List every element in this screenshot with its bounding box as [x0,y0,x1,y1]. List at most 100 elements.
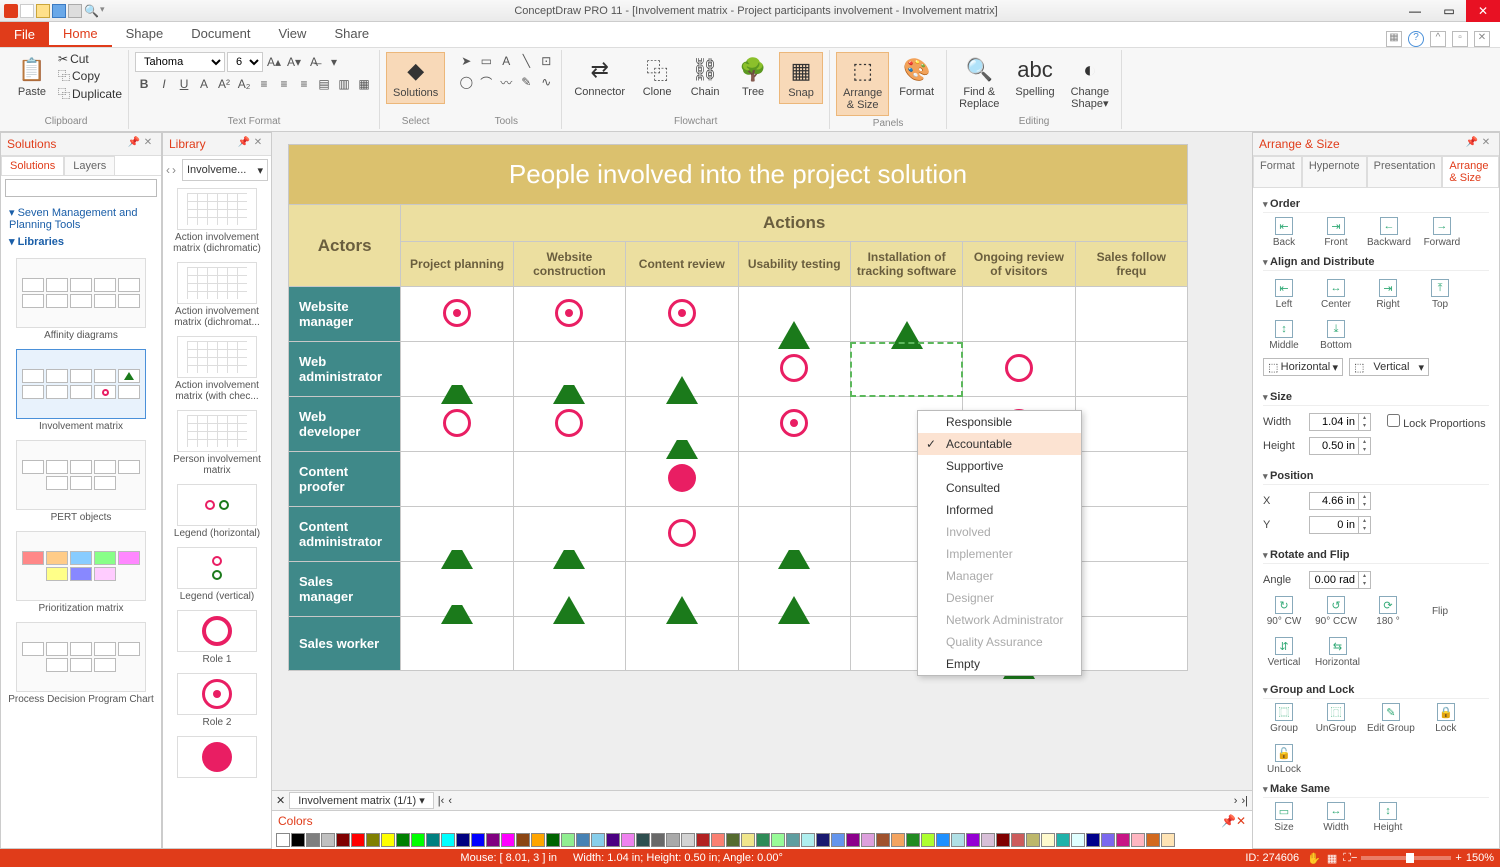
matrix-cell[interactable] [513,562,625,617]
close-icon[interactable]: ✕ [251,137,265,151]
color-swatch[interactable] [696,833,710,847]
flip-v-button[interactable]: ⇵Vertical [1263,637,1305,668]
tab-shape[interactable]: Shape [112,22,178,47]
align-middle-button[interactable]: ↕Middle [1263,320,1305,351]
clear-format-icon[interactable]: A̶ [305,53,323,71]
makesame-height-button[interactable]: ↕Height [1367,802,1409,833]
pencil-tool-icon[interactable]: ✎ [517,73,535,91]
align-right-icon[interactable]: ≡ [295,75,313,93]
underline-icon[interactable]: U [175,75,193,93]
color-swatch[interactable] [306,833,320,847]
lib-item[interactable]: Action involvement matrix (with chec... [167,336,267,402]
sheet-prev-icon[interactable]: ‹ [448,795,452,807]
sheet-last-icon[interactable]: ›| [1241,795,1248,807]
rotate-ccw-button[interactable]: ↺90° CCW [1315,596,1357,627]
color-swatch[interactable] [1086,833,1100,847]
drawing-canvas[interactable]: People involved into the project solutio… [272,132,1252,790]
color-swatch[interactable] [786,833,800,847]
increase-font-icon[interactable]: A▴ [265,53,283,71]
order-back-button[interactable]: ⇤Back [1263,217,1305,248]
makesame-size-button[interactable]: ▭Size [1263,802,1305,833]
font-family-select[interactable]: Tahoma [135,52,225,72]
color-swatch[interactable] [651,833,665,847]
ribbon-close-icon[interactable]: ✕ [1474,31,1490,47]
valign-middle-icon[interactable]: ▥ [335,75,353,93]
matrix-cell[interactable] [738,507,850,562]
copy-button[interactable]: ⿻ Copy [58,67,122,84]
context-menu-item[interactable]: Consulted [918,477,1081,499]
pin-icon[interactable]: 📌 [237,137,251,151]
color-swatch[interactable] [411,833,425,847]
context-menu-item[interactable]: Informed [918,499,1081,521]
matrix-cell[interactable] [626,507,738,562]
ungroup-button[interactable]: ⿵UnGroup [1315,703,1357,734]
align-bottom-button[interactable]: ⤓Bottom [1315,320,1357,351]
order-front-button[interactable]: ⇥Front [1315,217,1357,248]
color-swatch[interactable] [771,833,785,847]
color-swatch[interactable] [351,833,365,847]
matrix-cell[interactable] [513,617,625,671]
color-swatch[interactable] [516,833,530,847]
zoom-in-icon[interactable]: + [1455,852,1461,864]
color-swatch[interactable] [426,833,440,847]
color-swatch[interactable] [681,833,695,847]
color-swatch[interactable] [441,833,455,847]
qa-open-icon[interactable] [36,4,50,18]
color-swatch[interactable] [921,833,935,847]
color-swatch[interactable] [1071,833,1085,847]
matrix-cell[interactable] [1075,397,1187,452]
color-swatch[interactable] [621,833,635,847]
matrix-cell[interactable] [513,507,625,562]
superscript-icon[interactable]: A² [215,75,233,93]
subscript-icon[interactable]: A₂ [235,75,253,93]
chain-button[interactable]: ⛓Chain [683,52,727,102]
align-center-icon[interactable]: ≡ [275,75,293,93]
lib-item[interactable]: Action involvement matrix (dichromatic) [167,188,267,254]
matrix-cell[interactable] [513,397,625,452]
cut-button[interactable]: ✂ Cut [58,52,122,66]
matrix-cell[interactable] [738,452,850,507]
changeshape-button[interactable]: ◐Change Shape▾ [1065,52,1116,114]
color-swatch[interactable] [951,833,965,847]
group-button[interactable]: ⿴Group [1263,703,1305,734]
tab-view[interactable]: View [264,22,320,47]
color-swatch[interactable] [906,833,920,847]
rect-tool-icon[interactable]: ▭ [477,52,495,70]
ribbon-store-icon[interactable]: ▦ [1386,31,1402,47]
tab-share[interactable]: Share [320,22,383,47]
align-left-icon[interactable]: ≡ [255,75,273,93]
format-button[interactable]: 🎨Format [893,52,940,102]
color-swatch[interactable] [321,833,335,847]
gallery-item-affinity[interactable]: Affinity diagrams [5,258,157,341]
color-swatch[interactable] [336,833,350,847]
window-minimize-button[interactable]: — [1398,0,1432,22]
pin-icon[interactable]: 📌 [1221,814,1236,828]
rotate-cw-button[interactable]: ↻90° CW [1263,596,1305,627]
matrix-cell[interactable] [513,342,625,397]
qa-search-icon[interactable]: 🔍 [84,4,98,18]
pin-icon[interactable]: 📌 [1465,137,1479,151]
lib-item[interactable]: Role 1 [167,610,267,665]
color-swatch[interactable] [561,833,575,847]
fit-icon[interactable]: ⛶ [1343,852,1351,865]
polyline-tool-icon[interactable]: 〰 [497,73,515,91]
color-swatch[interactable] [1131,833,1145,847]
color-swatch[interactable] [456,833,470,847]
arr-tab-presentation[interactable]: Presentation [1367,156,1443,187]
color-swatch[interactable] [936,833,950,847]
matrix-cell[interactable] [738,342,850,397]
lib-item[interactable]: Legend (vertical) [167,547,267,602]
solutions-subtab[interactable]: Solutions [1,156,64,175]
color-swatch[interactable] [996,833,1010,847]
color-swatch[interactable] [1011,833,1025,847]
sheet-next-icon[interactable]: › [1234,795,1238,807]
width-spinner[interactable]: ▴▾ [1309,413,1371,431]
more-dropdown-icon[interactable]: ▾ [325,53,343,71]
connector-button[interactable]: ⇄Connector [568,52,631,102]
tree-node-mgmt[interactable]: ▾ Seven Management and Planning Tools [9,204,153,233]
italic-icon[interactable]: I [155,75,173,93]
window-close-button[interactable]: ✕ [1466,0,1500,22]
color-swatch[interactable] [711,833,725,847]
color-swatch[interactable] [276,833,290,847]
arr-tab-arrangesize[interactable]: Arrange & Size [1442,156,1499,187]
